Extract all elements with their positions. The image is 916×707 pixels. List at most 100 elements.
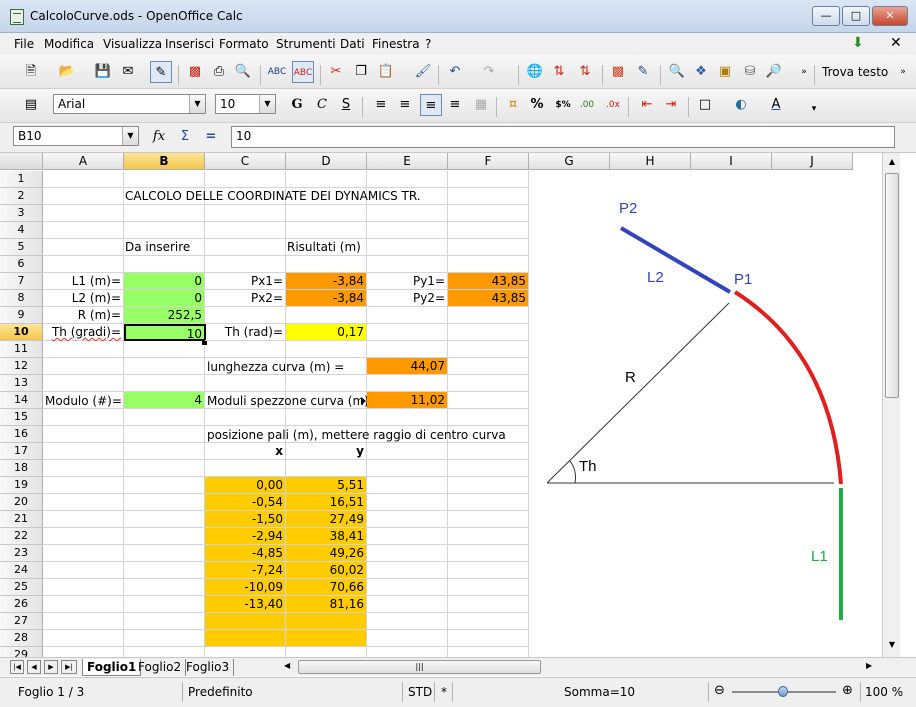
sort-descending-icon[interactable]: ⇅ <box>574 61 596 83</box>
px1-value[interactable]: -3,84 <box>286 273 367 290</box>
px2-value[interactable]: -3,84 <box>286 290 367 307</box>
redo-icon[interactable]: ↷ <box>478 61 500 83</box>
pole-x-cell[interactable]: 0,00 <box>205 477 286 494</box>
menu-dati[interactable]: Dati <box>340 37 365 51</box>
px1-label[interactable]: Px1= <box>205 273 286 290</box>
sheet-tab-foglio2[interactable]: Foglio2 <box>134 659 187 676</box>
pole-x-cell[interactable]: -2,94 <box>205 528 286 545</box>
pole-y-cell[interactable]: 49,26 <box>286 545 367 562</box>
column-header-d[interactable]: D <box>286 153 367 170</box>
pole-x-cell[interactable]: -7,24 <box>205 562 286 579</box>
last-sheet-icon[interactable]: ▶| <box>61 660 77 674</box>
px2-label[interactable]: Px2= <box>205 290 286 307</box>
menu-strumenti[interactable]: Strumenti <box>276 37 336 51</box>
selection-mode[interactable]: STD <box>408 685 432 699</box>
y-header[interactable]: y <box>286 443 367 460</box>
column-header-a[interactable]: A <box>43 153 124 170</box>
sum-icon[interactable]: Σ <box>174 126 196 148</box>
row-header-21[interactable]: 21 <box>0 511 43 528</box>
hyperlink-icon[interactable]: 🌐 <box>524 61 546 83</box>
scroll-left-icon[interactable]: ◀ <box>284 661 294 670</box>
l1-label[interactable]: L1 (m)= <box>43 273 124 290</box>
print-preview-icon[interactable]: 🔍 <box>232 61 254 83</box>
percent-format-icon[interactable]: % <box>526 94 548 116</box>
font-size-combo[interactable]: 10 ▼ <box>215 94 276 114</box>
row-header-17[interactable]: 17 <box>0 443 43 460</box>
navigator-icon[interactable]: ❖ <box>690 61 712 83</box>
l2-value[interactable]: 0 <box>124 290 205 307</box>
row-header-3[interactable]: 3 <box>0 205 43 222</box>
py1-value[interactable]: 43,85 <box>448 273 529 290</box>
row-header-4[interactable]: 4 <box>0 222 43 239</box>
row-header-5[interactable]: 5 <box>0 239 43 256</box>
th-rad-label[interactable]: Th (rad)= <box>205 324 286 341</box>
column-header-c[interactable]: C <box>205 153 286 170</box>
column-header-j[interactable]: J <box>772 153 853 170</box>
print-icon[interactable]: ⎙ <box>208 61 230 83</box>
module-value[interactable]: 4 <box>124 392 205 409</box>
row-header-19[interactable]: 19 <box>0 477 43 494</box>
scroll-right-icon[interactable]: ▶ <box>866 661 876 670</box>
menu-modifica[interactable]: Modifica <box>44 37 94 51</box>
zoom-icon[interactable]: 🔎 <box>763 61 785 83</box>
row-header-26[interactable]: 26 <box>0 596 43 613</box>
show-draw-functions-icon[interactable]: ✎ <box>632 61 654 83</box>
l2-label[interactable]: L2 (m)= <box>43 290 124 307</box>
function-wizard-icon[interactable]: fx <box>148 126 170 148</box>
r-label[interactable]: R (m)= <box>43 307 124 324</box>
data-sources-icon[interactable]: ⛁ <box>739 61 761 83</box>
findbar-overflow-icon[interactable]: » <box>892 61 914 83</box>
pole-x-cell[interactable]: -0,54 <box>205 494 286 511</box>
menu-inserisci[interactable]: Inserisci <box>165 37 214 51</box>
font-color-icon[interactable]: A <box>765 94 787 116</box>
table-cell[interactable] <box>286 630 367 647</box>
row-header-24[interactable]: 24 <box>0 562 43 579</box>
vertical-scroll-thumb[interactable] <box>885 173 899 398</box>
row-header-27[interactable]: 27 <box>0 613 43 630</box>
chevron-down-icon[interactable]: ▼ <box>189 95 205 113</box>
bold-icon[interactable]: G <box>286 94 308 116</box>
save-icon[interactable]: 💾 <box>92 61 114 83</box>
row-header-11[interactable]: 11 <box>0 341 43 358</box>
row-header-13[interactable]: 13 <box>0 375 43 392</box>
vertical-scrollbar[interactable]: ▲ ▼ <box>882 153 900 657</box>
zoom-out-icon[interactable]: ⊖ <box>714 683 725 698</box>
next-sheet-icon[interactable]: ▶ <box>44 660 58 674</box>
th-label[interactable]: Th (gradi)= <box>43 324 124 341</box>
module-segment-value[interactable]: 11,02 <box>367 392 448 409</box>
row-header-1[interactable]: 1 <box>0 171 43 188</box>
remove-decimal-icon[interactable]: .0x <box>602 94 624 116</box>
open-folder-icon[interactable]: 📂 <box>56 61 78 83</box>
horizontal-scroll-thumb[interactable]: ||| <box>298 660 541 674</box>
curve-length-value[interactable]: 44,07 <box>367 358 448 375</box>
row-header-25[interactable]: 25 <box>0 579 43 596</box>
gallery-icon[interactable]: ▣ <box>714 61 736 83</box>
table-cell[interactable] <box>286 613 367 630</box>
first-sheet-icon[interactable]: |◀ <box>10 660 24 674</box>
column-header-b[interactable]: B <box>124 153 205 170</box>
justify-icon[interactable]: ≡ <box>444 94 466 116</box>
table-cell[interactable] <box>205 613 286 630</box>
spellcheck-icon[interactable]: ABC <box>266 61 288 83</box>
row-header-8[interactable]: 8 <box>0 290 43 307</box>
th-rad-value[interactable]: 0,17 <box>286 324 367 341</box>
r-value[interactable]: 252,5 <box>124 307 205 324</box>
formula-input[interactable]: 10 <box>231 126 895 148</box>
scroll-down-icon[interactable]: ▼ <box>885 637 899 653</box>
l1-value[interactable]: 0 <box>124 273 205 290</box>
menu-formato[interactable]: Formato <box>219 37 269 51</box>
font-name-combo[interactable]: Arial ▼ <box>53 94 206 114</box>
row-header-9[interactable]: 9 <box>0 307 43 324</box>
page-style[interactable]: Predefinito <box>188 685 253 699</box>
zoom-level[interactable]: 100 % <box>865 685 903 699</box>
styles-formatting-icon[interactable]: ▤ <box>20 94 42 116</box>
cut-icon[interactable]: ✂ <box>325 61 347 83</box>
chevron-down-icon[interactable]: ▼ <box>122 127 138 145</box>
column-header-h[interactable]: H <box>610 153 691 170</box>
pole-y-cell[interactable]: 5,51 <box>286 477 367 494</box>
row-header-10[interactable]: 10 <box>0 324 43 341</box>
py2-value[interactable]: 43,85 <box>448 290 529 307</box>
sum-display[interactable]: Somma=10 <box>564 685 635 699</box>
find-text-label[interactable]: Trova testo <box>822 65 888 79</box>
row-header-18[interactable]: 18 <box>0 460 43 477</box>
